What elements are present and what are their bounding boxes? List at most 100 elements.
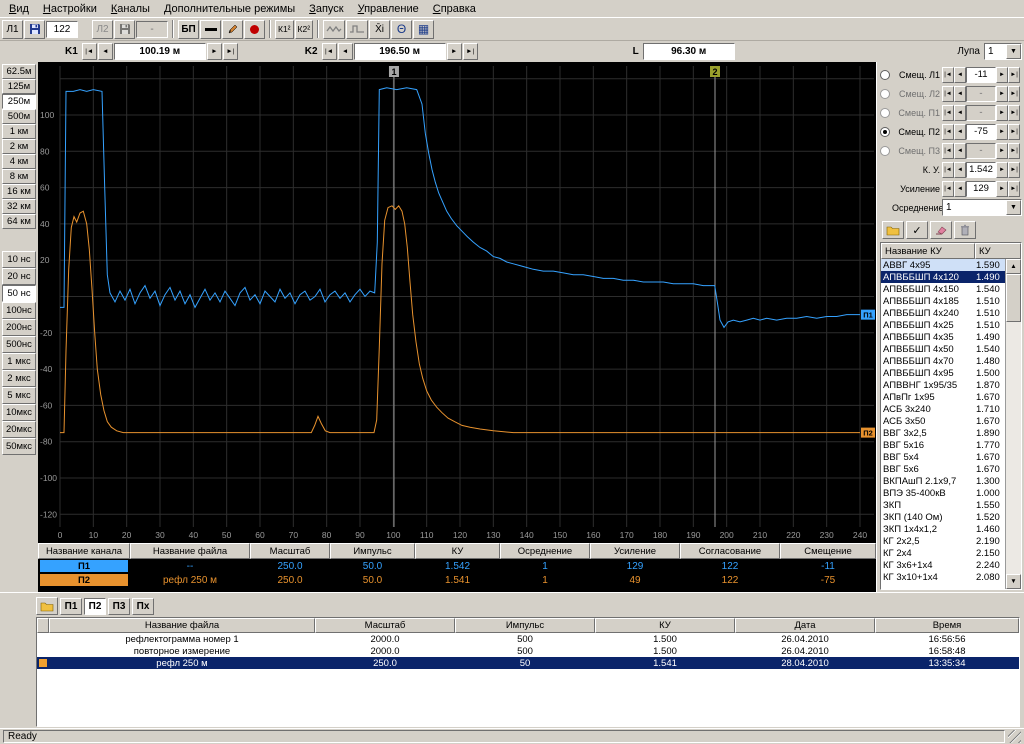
ku-list-item[interactable]: ВВГ 5х61.670: [881, 463, 1005, 475]
spin-next-3[interactable]: ►: [996, 124, 1008, 140]
file-table-header[interactable]: Дата: [735, 618, 875, 633]
channel-table-header[interactable]: Название файла: [130, 543, 250, 559]
grid-toggle-button[interactable]: ▦: [413, 20, 434, 39]
ku-scrollbar[interactable]: ▲ ▼: [1005, 259, 1021, 589]
record-button[interactable]: [244, 20, 265, 39]
scale-time-3[interactable]: 100нс: [2, 302, 36, 319]
menu-item-5[interactable]: Управление: [351, 2, 426, 16]
ku-list-item[interactable]: КГ 3х6+1х42.240: [881, 559, 1005, 571]
chevron-down-icon[interactable]: ▼: [1006, 200, 1021, 215]
file-table-header[interactable]: КУ: [595, 618, 735, 633]
ku-list-item[interactable]: ВКПАшП 2.1х9,71.300: [881, 475, 1005, 487]
spin-first-4[interactable]: |◄: [942, 143, 954, 159]
channel-row-П1[interactable]: П1--250.050.01.5421129122-11: [38, 559, 876, 573]
k2-position-field[interactable]: 196.50 м: [354, 43, 446, 60]
channel-table-header[interactable]: Импульс: [330, 543, 415, 559]
file-table-header[interactable]: Название файла: [49, 618, 315, 633]
channel-table-header[interactable]: Смещение: [780, 543, 876, 559]
spin-last-2[interactable]: ►|: [1008, 105, 1020, 121]
scrollbar-track[interactable]: [1006, 322, 1021, 574]
ku-list-item[interactable]: КГ 2х42.150: [881, 547, 1005, 559]
scale-time-9[interactable]: 10мкс: [2, 404, 36, 421]
ku-list-item[interactable]: ЗКП (140 Ом)1.520: [881, 511, 1005, 523]
k2-next-button[interactable]: ►: [447, 43, 462, 60]
spin-last-3[interactable]: ►|: [1008, 124, 1020, 140]
lupa-combo[interactable]: 1 ▼: [984, 43, 1022, 60]
scale-dist-2[interactable]: 250м: [2, 94, 36, 109]
k1-next-button[interactable]: ►: [207, 43, 222, 60]
l1-button[interactable]: Л1: [2, 20, 23, 39]
channel-table-header[interactable]: Усиление: [590, 543, 680, 559]
scale-dist-0[interactable]: 62.5м: [2, 64, 36, 79]
scale-time-11[interactable]: 50мкс: [2, 438, 36, 455]
radio-1[interactable]: [880, 89, 890, 99]
channel-table-header[interactable]: КУ: [415, 543, 500, 559]
scale-time-2[interactable]: 50 нс: [2, 285, 36, 302]
spin-prev-3[interactable]: ◄: [954, 124, 966, 140]
ku-list-item[interactable]: ВВГ 3х2,51.890: [881, 427, 1005, 439]
radio-0[interactable]: [880, 70, 890, 80]
file-table-header[interactable]: Масштаб: [315, 618, 455, 633]
spin-prev-6[interactable]: ◄: [954, 181, 966, 197]
l2-button[interactable]: Л2: [92, 20, 113, 39]
spin-next-4[interactable]: ►: [996, 143, 1008, 159]
ku-list-item[interactable]: АПВББШП 4х2401.510: [881, 307, 1005, 319]
ku-list-item[interactable]: АПВВНГ 1х95/351.870: [881, 379, 1005, 391]
spin-prev-2[interactable]: ◄: [954, 105, 966, 121]
menu-item-4[interactable]: Запуск: [302, 2, 350, 16]
spin-next-0[interactable]: ►: [996, 67, 1008, 83]
apply-ku-button[interactable]: ✓: [906, 221, 928, 239]
ku-list-item[interactable]: АПВББШП 4х351.490: [881, 331, 1005, 343]
spin-next-2[interactable]: ►: [996, 105, 1008, 121]
scale-dist-9[interactable]: 32 км: [2, 199, 36, 214]
scale-dist-7[interactable]: 8 км: [2, 169, 36, 184]
scale-time-5[interactable]: 500нс: [2, 336, 36, 353]
pencil-button[interactable]: [222, 20, 243, 39]
k2-first-button[interactable]: |◄: [322, 43, 337, 60]
ku-list-item[interactable]: АПВББШП 4х501.540: [881, 343, 1005, 355]
ku-value-header[interactable]: КУ: [975, 243, 1021, 259]
scale-dist-4[interactable]: 1 км: [2, 124, 36, 139]
spin-prev-1[interactable]: ◄: [954, 86, 966, 102]
resize-grip[interactable]: [1008, 730, 1021, 743]
ku-list-item[interactable]: АПВББШП 4х1851.510: [881, 295, 1005, 307]
file-row[interactable]: повторное измерение2000.05001.50026.04.2…: [37, 645, 1019, 657]
file-table-header[interactable]: Время: [875, 618, 1019, 633]
channel-row-П2[interactable]: П2рефл 250 м250.050.01.541149122-75: [38, 573, 876, 587]
menu-item-3[interactable]: Дополнительные режимы: [157, 2, 302, 16]
value-field-1[interactable]: -: [966, 86, 996, 102]
value-field-3[interactable]: -75: [966, 124, 996, 140]
k1-first-button[interactable]: |◄: [82, 43, 97, 60]
file-row[interactable]: рефлектограмма номер 12000.05001.50026.0…: [37, 633, 1019, 645]
open-file-button[interactable]: [36, 597, 58, 615]
menu-item-0[interactable]: Вид: [2, 2, 36, 16]
save-l1-button[interactable]: [24, 20, 45, 39]
channel-table-header[interactable]: Название канала: [38, 543, 130, 559]
k2-last-button[interactable]: ►|: [463, 43, 478, 60]
ku-list-item[interactable]: АВВГ 4х951.590: [881, 259, 1005, 271]
spin-last-5[interactable]: ►|: [1008, 162, 1020, 178]
radio-2[interactable]: [880, 108, 890, 118]
spin-last-4[interactable]: ►|: [1008, 143, 1020, 159]
channel-table-header[interactable]: Осреднение: [500, 543, 590, 559]
scale-time-6[interactable]: 1 мкс: [2, 353, 36, 370]
scroll-up-icon[interactable]: ▲: [1006, 259, 1021, 274]
scale-dist-8[interactable]: 16 км: [2, 184, 36, 199]
menu-item-6[interactable]: Справка: [426, 2, 483, 16]
scale-dist-3[interactable]: 500м: [2, 109, 36, 124]
scale-time-4[interactable]: 200нс: [2, 319, 36, 336]
averaging-button[interactable]: X̄i: [369, 20, 390, 39]
spin-next-6[interactable]: ►: [996, 181, 1008, 197]
scrollbar-thumb[interactable]: [1006, 274, 1021, 322]
spin-first-1[interactable]: |◄: [942, 86, 954, 102]
ku-list-item[interactable]: АПВББШП 4х1501.540: [881, 283, 1005, 295]
scale-dist-1[interactable]: 125м: [2, 79, 36, 94]
spin-prev-5[interactable]: ◄: [954, 162, 966, 178]
tab-П3[interactable]: П3: [108, 598, 130, 615]
file-table-header[interactable]: Импульс: [455, 618, 595, 633]
ku-list-item[interactable]: АСБ 3х2401.710: [881, 403, 1005, 415]
edit-ku-button[interactable]: [930, 221, 952, 239]
scale-dist-6[interactable]: 4 км: [2, 154, 36, 169]
k1-position-field[interactable]: 100.19 м: [114, 43, 206, 60]
spin-last-6[interactable]: ►|: [1008, 181, 1020, 197]
